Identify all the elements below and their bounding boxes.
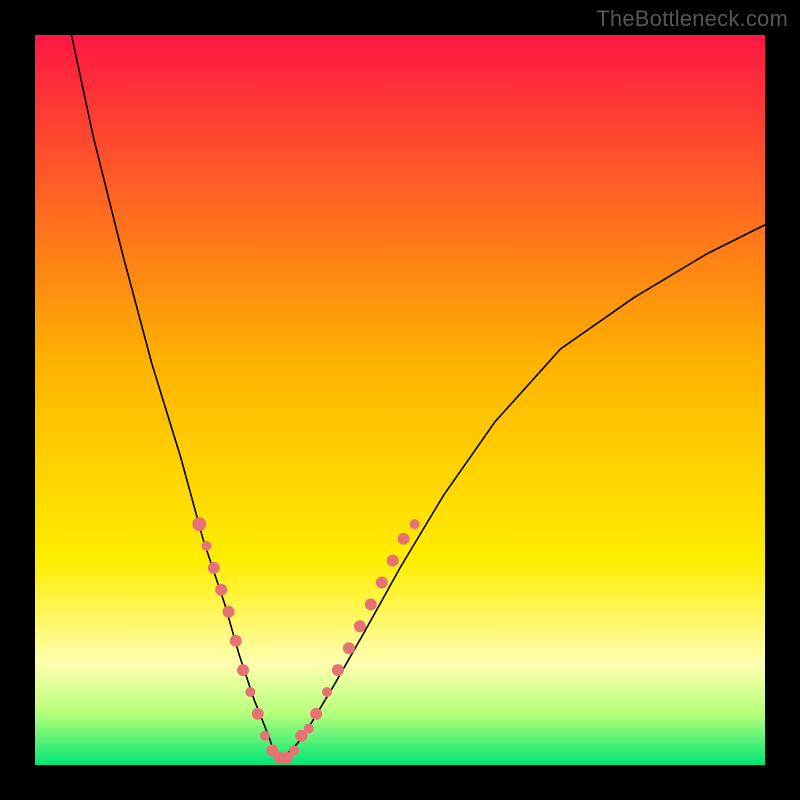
data-dot	[310, 708, 322, 720]
data-dot	[202, 541, 212, 551]
data-dot	[252, 708, 264, 720]
data-dot	[304, 724, 314, 734]
data-dot	[332, 664, 344, 676]
data-dot	[398, 533, 410, 545]
data-dot	[322, 687, 332, 697]
data-dot	[237, 664, 249, 676]
data-dot	[215, 584, 227, 596]
data-dot	[230, 635, 242, 647]
data-dot	[223, 606, 235, 618]
data-dot	[410, 519, 420, 529]
data-dot	[260, 731, 270, 741]
plot-area	[35, 35, 765, 765]
data-dot	[245, 687, 255, 697]
chart-frame: TheBottleneck.com	[0, 0, 800, 800]
chart-svg	[35, 35, 765, 765]
data-dot	[343, 642, 355, 654]
watermark-label: TheBottleneck.com	[596, 6, 788, 32]
data-dot	[289, 745, 299, 755]
gradient-background	[35, 35, 765, 765]
data-dot	[192, 517, 206, 531]
data-dot	[208, 562, 220, 574]
data-dot	[376, 577, 388, 589]
data-dot	[354, 620, 366, 632]
data-dot	[365, 598, 377, 610]
data-dot	[387, 555, 399, 567]
